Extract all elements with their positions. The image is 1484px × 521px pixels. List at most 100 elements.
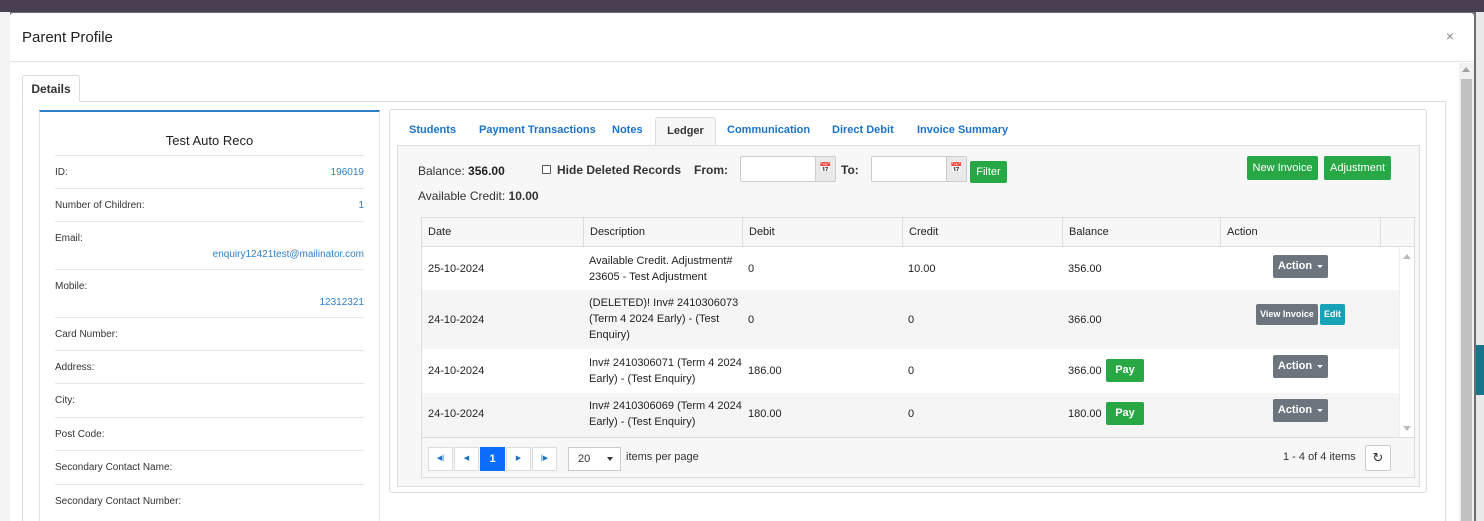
row-action-dropdown[interactable]: Action bbox=[1273, 355, 1328, 378]
column-header-action[interactable]: Action bbox=[1220, 218, 1380, 247]
pay-button[interactable]: Pay bbox=[1106, 402, 1144, 425]
description-line: Enquiry) bbox=[589, 329, 630, 341]
cell-credit: 0 bbox=[908, 365, 915, 377]
action-label: Action bbox=[1277, 360, 1313, 372]
filter-button[interactable]: Filter bbox=[970, 161, 1007, 183]
profile-field-secondary-contact-number: Secondary Contact Number: bbox=[55, 484, 364, 518]
action-label: Action bbox=[1277, 260, 1313, 272]
profile-field-value[interactable]: enquiry12421test@mailinator.com bbox=[213, 249, 364, 260]
parent-profile-modal: Parent Profile × Details Test Auto Reco … bbox=[10, 13, 1474, 521]
column-header-description[interactable]: Description bbox=[583, 218, 742, 247]
cell-description: Inv# 2410306071 (Term 4 2024 Early) - (T… bbox=[583, 355, 742, 387]
table-row[interactable]: 24-10-2024 Inv# 2410306069 (Term 4 2024 … bbox=[422, 393, 1399, 437]
edit-button[interactable]: Edit bbox=[1320, 304, 1345, 325]
balance-value: 356.00 bbox=[468, 164, 505, 178]
calendar-icon[interactable]: 📅 bbox=[815, 157, 835, 181]
tab-payment-transactions[interactable]: Payment Transactions bbox=[479, 117, 596, 145]
cell-debit: 180.00 bbox=[748, 408, 782, 420]
cell-credit: 0 bbox=[908, 408, 915, 420]
prev-page-icon[interactable]: ◀ bbox=[454, 447, 479, 471]
scroll-up-icon[interactable] bbox=[1403, 254, 1411, 259]
profile-field-label: Post Code: bbox=[55, 429, 105, 440]
cell-credit: 0 bbox=[908, 314, 915, 326]
tab-students[interactable]: Students bbox=[409, 117, 456, 145]
table-row[interactable]: 24-10-2024 Inv# 2410306071 (Term 4 2024 … bbox=[422, 349, 1399, 393]
cell-credit: 10.00 bbox=[908, 263, 936, 275]
refresh-icon[interactable]: ↻ bbox=[1365, 445, 1391, 471]
pay-button[interactable]: Pay bbox=[1106, 359, 1144, 382]
column-header-credit[interactable]: Credit bbox=[902, 218, 1062, 247]
page-button-current[interactable]: 1 bbox=[480, 447, 505, 471]
next-page-icon[interactable]: ▶ bbox=[506, 447, 531, 471]
app-background-accent bbox=[1476, 345, 1484, 395]
description-line: (DELETED)! Inv# 2410306073 bbox=[589, 297, 739, 309]
profile-field-label: Mobile: bbox=[55, 281, 88, 292]
profile-tabs-panel: Students Payment Transactions Notes Ledg… bbox=[389, 109, 1427, 493]
page-size-select[interactable]: 20 bbox=[568, 447, 621, 471]
hide-deleted-checkbox[interactable] bbox=[542, 165, 551, 174]
cell-debit: 0 bbox=[748, 263, 755, 275]
profile-field-value[interactable]: 12312321 bbox=[320, 297, 365, 308]
row-action-dropdown[interactable]: Action bbox=[1273, 399, 1328, 422]
description-line: Early) - (Test Enquiry) bbox=[589, 373, 696, 385]
cell-date: 24-10-2024 bbox=[428, 314, 485, 326]
to-date-input[interactable]: 📅 bbox=[871, 156, 967, 182]
tab-notes[interactable]: Notes bbox=[612, 117, 643, 145]
modal-header: Parent Profile × bbox=[10, 13, 1474, 62]
hide-deleted-label: Hide Deleted Records bbox=[557, 163, 682, 177]
profile-field-label: Card Number: bbox=[55, 329, 118, 340]
view-invoice-button[interactable]: View Invoice bbox=[1256, 304, 1318, 325]
cell-balance: 356.00 bbox=[1068, 263, 1102, 275]
column-header-balance[interactable]: Balance bbox=[1062, 218, 1220, 247]
profile-field-label: Number of Children: bbox=[55, 200, 145, 211]
grid-header: Date Description Debit Credit Balance Ac… bbox=[422, 218, 1414, 247]
profile-field-label: Secondary Contact Number: bbox=[55, 496, 182, 507]
action-label: Action bbox=[1277, 404, 1313, 416]
caret-down-icon bbox=[1317, 364, 1324, 368]
tab-invoice-summary[interactable]: Invoice Summary bbox=[917, 117, 1008, 145]
table-row[interactable]: 24-10-2024 (DELETED)! Inv# 2410306073 (T… bbox=[422, 290, 1399, 349]
ledger-grid: Date Description Debit Credit Balance Ac… bbox=[421, 217, 1415, 478]
profile-field-label: City: bbox=[55, 395, 75, 406]
last-page-icon[interactable]: |▶ bbox=[532, 447, 557, 471]
adjustment-button[interactable]: Adjustment bbox=[1324, 156, 1391, 180]
modal-scroll-thumb[interactable] bbox=[1461, 79, 1472, 521]
profile-field-value: 196019 bbox=[330, 167, 364, 178]
new-invoice-button[interactable]: New Invoice bbox=[1247, 156, 1318, 180]
description-line: (Term 4 2024 Early) - (Test bbox=[589, 313, 720, 325]
from-date-input[interactable]: 📅 bbox=[740, 156, 836, 182]
cell-balance: 366.00 bbox=[1068, 365, 1102, 377]
cell-debit: 186.00 bbox=[748, 365, 782, 377]
profile-panel: Test Auto Reco ID: 196019 Number of Childr… bbox=[39, 110, 380, 521]
scroll-up-icon[interactable] bbox=[1462, 67, 1470, 72]
scroll-down-icon[interactable] bbox=[1403, 426, 1411, 431]
app-background-left bbox=[0, 12, 10, 521]
row-action-dropdown[interactable]: Action bbox=[1273, 255, 1328, 278]
column-header-debit[interactable]: Debit bbox=[742, 218, 902, 247]
cell-date: 24-10-2024 bbox=[428, 365, 485, 377]
description-line: Inv# 2410306069 (Term 4 2024 bbox=[589, 400, 742, 412]
tab-communication[interactable]: Communication bbox=[727, 117, 810, 145]
column-header-date[interactable]: Date bbox=[422, 218, 583, 247]
tab-details[interactable]: Details bbox=[22, 75, 80, 102]
items-per-page-label: items per page bbox=[626, 451, 699, 463]
table-row[interactable]: 25-10-2024 Available Credit. Adjustment#… bbox=[422, 247, 1399, 290]
cell-description: Available Credit. Adjustment# 23605 - Te… bbox=[583, 253, 733, 285]
first-page-icon[interactable]: ◀| bbox=[428, 447, 453, 471]
tab-ledger[interactable]: Ledger bbox=[655, 117, 716, 146]
cell-description: Inv# 2410306069 (Term 4 2024 Early) - (T… bbox=[583, 398, 742, 430]
page-size-value: 20 bbox=[578, 453, 591, 465]
close-icon[interactable]: × bbox=[1446, 28, 1454, 44]
available-credit-value: 10.00 bbox=[508, 189, 539, 203]
available-credit-summary: Available Credit: 10.00 bbox=[418, 189, 539, 203]
column-header-spacer bbox=[1380, 218, 1414, 247]
caret-down-icon bbox=[1317, 264, 1324, 268]
grid-scrollbar[interactable] bbox=[1399, 247, 1414, 437]
app-background-right bbox=[1476, 12, 1484, 521]
calendar-icon[interactable]: 📅 bbox=[946, 157, 966, 181]
balance-label: Balance: bbox=[418, 164, 465, 178]
caret-down-icon bbox=[607, 457, 613, 461]
cell-balance: 366.00 bbox=[1068, 314, 1102, 326]
modal-title: Parent Profile bbox=[22, 29, 113, 46]
tab-direct-debit[interactable]: Direct Debit bbox=[832, 117, 894, 145]
